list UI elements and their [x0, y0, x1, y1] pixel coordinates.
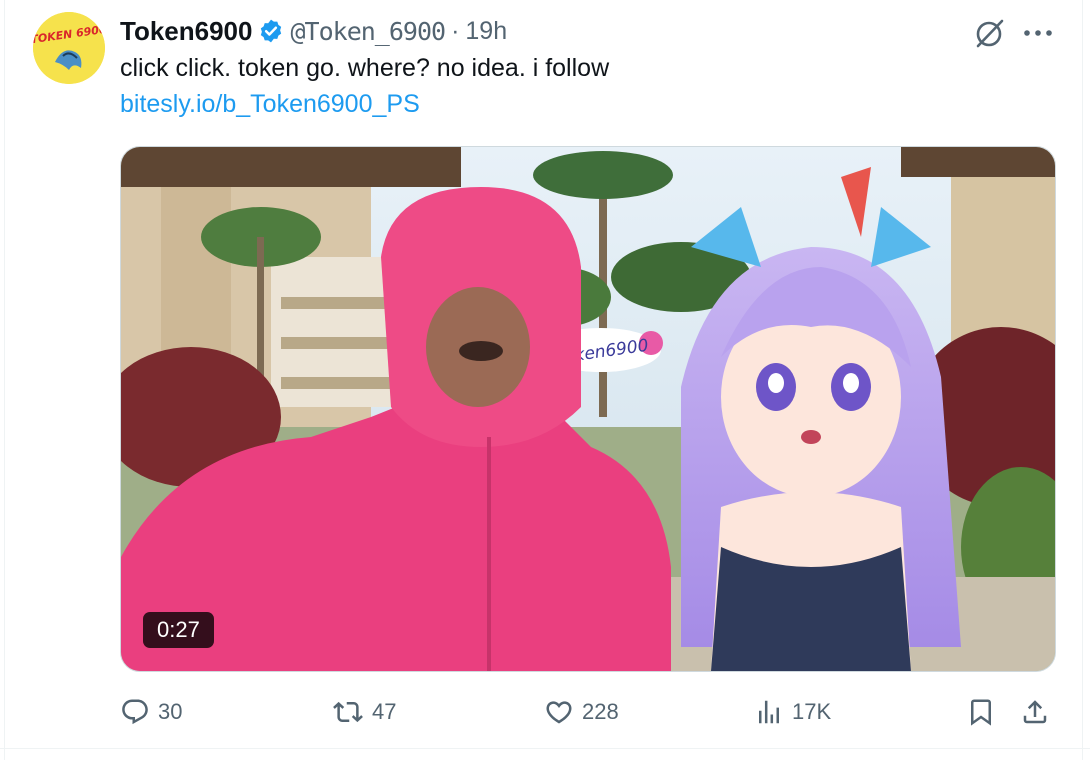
- repost-icon: [333, 701, 363, 723]
- more-icon[interactable]: [1021, 18, 1055, 48]
- reply-count: 30: [158, 699, 183, 724]
- tweet-text: click click. token go. where? no idea. i…: [120, 54, 610, 82]
- user-handle[interactable]: @Token_6900: [290, 17, 446, 46]
- timeline-border-left: [4, 0, 5, 760]
- tweet-link[interactable]: bitesly.io/b_Token6900_PS: [120, 90, 420, 119]
- views-button[interactable]: 17K: [754, 690, 831, 734]
- tweet-header: Token6900 @Token_6900 · 19h: [120, 14, 507, 48]
- timeline-border-right: [1082, 0, 1083, 760]
- action-bar: 30 47 228 17K: [0, 690, 1090, 734]
- avatar[interactable]: TOKEN 6900: [33, 12, 105, 84]
- separator-dot: ·: [451, 16, 460, 45]
- share-icon: [1023, 700, 1047, 724]
- like-count: 228: [582, 699, 619, 724]
- reply-icon: [122, 699, 148, 725]
- avatar-logo: TOKEN 6900: [33, 12, 105, 84]
- repost-button[interactable]: 47: [332, 690, 396, 734]
- heart-icon: [546, 701, 572, 724]
- video-player[interactable]: Token6900: [120, 146, 1056, 672]
- verified-badge-icon[interactable]: [258, 18, 284, 44]
- repost-count: 47: [372, 699, 397, 724]
- views-icon: [759, 700, 779, 724]
- tweet-divider: [0, 748, 1090, 749]
- video-duration-badge: 0:27: [143, 612, 214, 648]
- video-thumbnail: Token6900: [121, 147, 1055, 671]
- bookmark-icon: [971, 699, 991, 726]
- bookmark-button[interactable]: [966, 690, 996, 734]
- timestamp[interactable]: 19h: [465, 17, 507, 46]
- views-count: 17K: [792, 699, 832, 724]
- grok-icon[interactable]: [973, 16, 1007, 50]
- share-button[interactable]: [1020, 690, 1050, 734]
- reply-button[interactable]: 30: [120, 690, 182, 734]
- like-button[interactable]: 228: [544, 690, 619, 734]
- display-name[interactable]: Token6900: [120, 16, 252, 47]
